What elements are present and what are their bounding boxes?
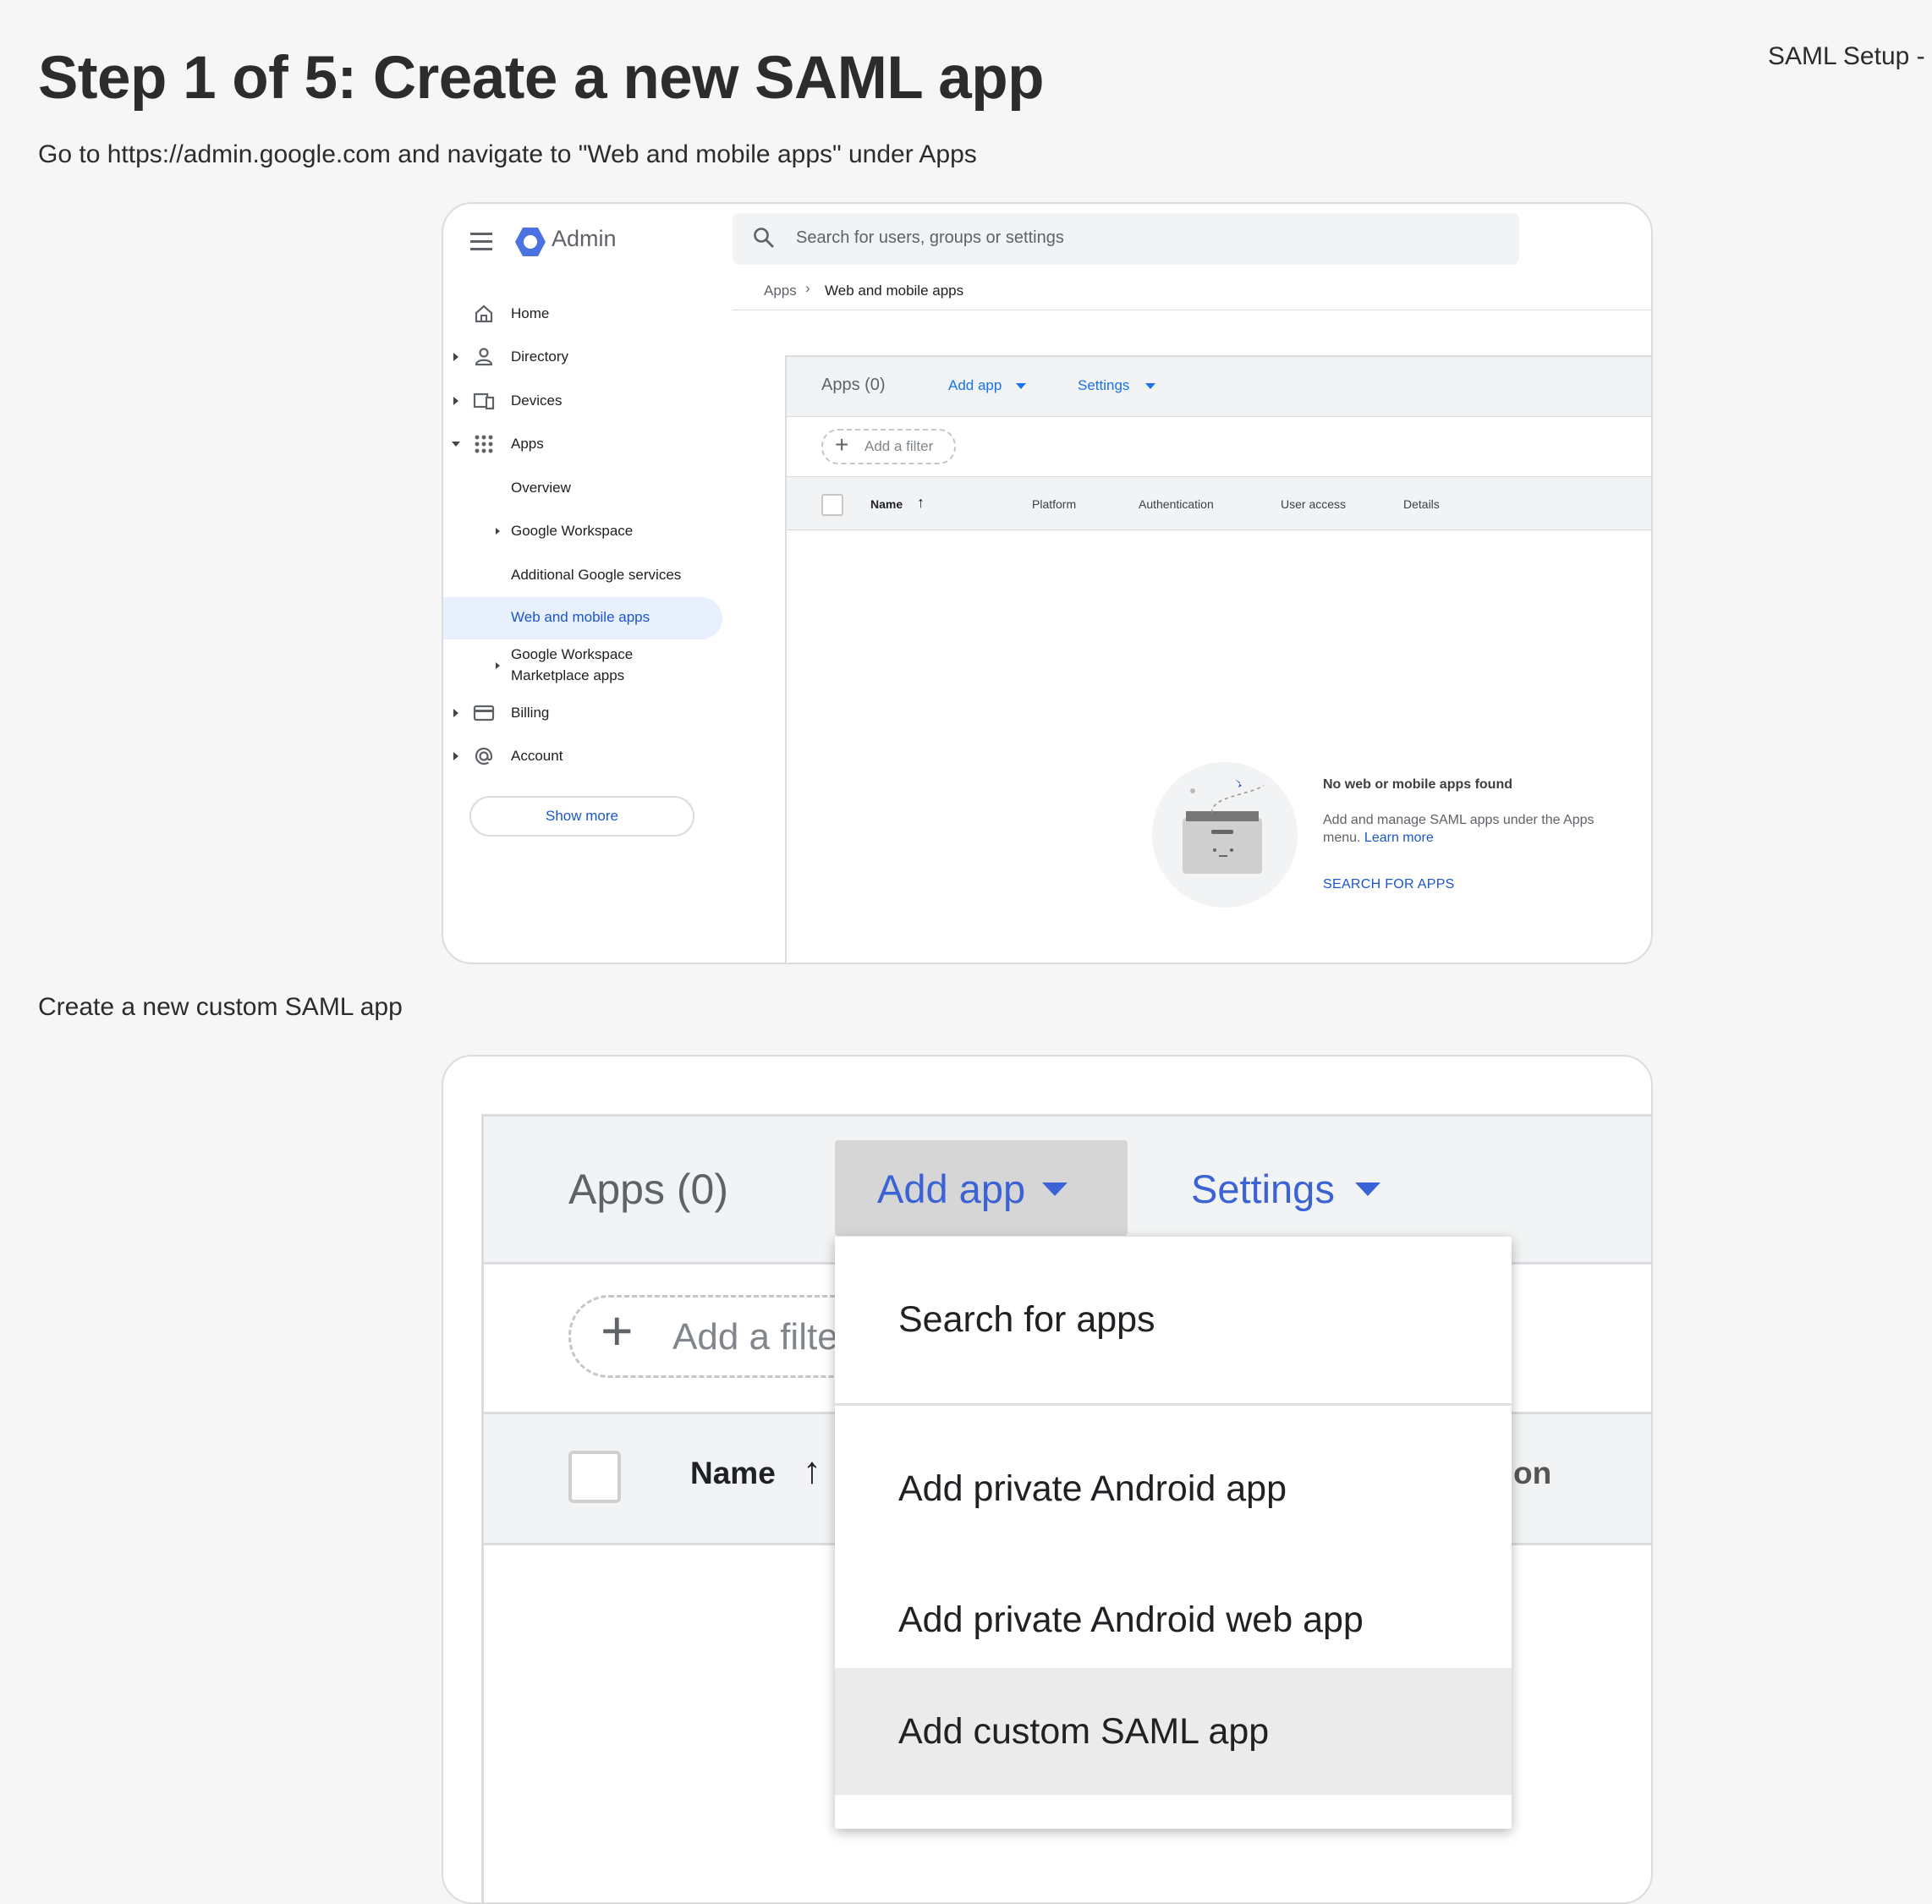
breadcrumb-apps[interactable]: Apps (764, 283, 797, 299)
nav-google-workspace[interactable]: Google Workspace (443, 510, 722, 552)
nav-marketplace-line1: Google Workspace (511, 646, 634, 662)
nav-home-label: Home (511, 305, 550, 321)
settings-button[interactable]: Settings (1191, 1166, 1335, 1212)
nav-account[interactable]: Account (443, 735, 722, 777)
nav-marketplace-line2: Marketplace apps (511, 667, 625, 683)
devices-icon (473, 392, 495, 410)
col-name[interactable]: Name (690, 1456, 776, 1491)
nav-devices[interactable]: Devices (443, 380, 722, 422)
empty-desc-line2: menu. Learn more (1323, 831, 1434, 846)
empty-title: No web or mobile apps found (1323, 777, 1512, 792)
select-all-checkbox[interactable] (568, 1451, 621, 1503)
menu-search-for-apps[interactable]: Search for apps (835, 1237, 1512, 1403)
menu-add-private-android-web-app[interactable]: Add private Android web app (835, 1572, 1512, 1668)
plus-icon: + (835, 431, 849, 458)
divider (787, 416, 1651, 417)
apps-grid-icon (475, 435, 493, 453)
col-user-access[interactable]: User access (1281, 497, 1346, 511)
nav-billing[interactable]: Billing (443, 692, 722, 734)
add-app-label: Add app (877, 1166, 1026, 1211)
empty-box-icon (1183, 779, 1265, 874)
apps-toolbar (787, 357, 1651, 416)
page-title: Step 1 of 5: Create a new SAML app (38, 45, 1044, 112)
apps-count: Apps (0) (568, 1166, 728, 1213)
person-icon (475, 348, 493, 366)
nav-apps[interactable]: Apps (443, 423, 722, 465)
add-filter-label: Add a filter (864, 438, 934, 454)
caret-down-icon (1042, 1182, 1068, 1196)
chevron-right-icon: › (805, 280, 810, 296)
nav-additional-services[interactable]: Additional Google services (443, 554, 722, 596)
add-filter-chip[interactable]: + Add a filter (821, 429, 956, 464)
arrow-up-icon: ↑ (803, 1450, 821, 1491)
nav-overview-label: Overview (511, 480, 571, 496)
apps-count: Apps (0) (821, 376, 886, 394)
expand-arrow-icon (496, 662, 500, 669)
nav-home[interactable]: Home (443, 293, 722, 335)
nav-account-label: Account (511, 748, 563, 764)
admin-logo-icon (514, 227, 546, 257)
learn-more-link[interactable]: Learn more (1364, 831, 1434, 845)
nav-directory-label: Directory (511, 348, 569, 365)
select-all-checkbox[interactable] (821, 494, 843, 516)
collapse-arrow-icon (452, 442, 460, 447)
header-title-right: SAML Setup - (1768, 42, 1925, 70)
nav-overview[interactable]: Overview (443, 467, 722, 509)
search-placeholder: Search for users, groups or settings (796, 228, 1064, 247)
search-bar[interactable]: Search for users, groups or settings (733, 213, 1519, 265)
caret-down-icon (1355, 1182, 1380, 1196)
search-for-apps-link[interactable]: SEARCH FOR APPS (1323, 877, 1455, 892)
expand-arrow-icon (453, 752, 458, 760)
nav-devices-label: Devices (511, 392, 563, 409)
show-more-button[interactable]: Show more (469, 796, 694, 837)
add-app-button[interactable]: Add app (948, 377, 1002, 394)
breadcrumb-current: Web and mobile apps (825, 283, 964, 299)
empty-desc-text: menu. (1323, 831, 1361, 845)
col-authentication[interactable]: Authentication (1139, 497, 1214, 511)
credit-card-icon (473, 705, 495, 722)
col-details[interactable]: Details (1403, 497, 1440, 511)
instruction-navigate: Go to https://admin.google.com and navig… (38, 140, 977, 168)
col-name[interactable]: Name (870, 497, 903, 511)
nav-directory[interactable]: Directory (443, 336, 722, 378)
expand-arrow-icon (453, 397, 458, 405)
add-app-menu-screenshot: Apps (0) Add app Settings + Add a filte … (442, 1055, 1653, 1904)
expand-arrow-icon (453, 709, 458, 717)
expand-arrow-icon (453, 353, 458, 361)
nav-apps-label: Apps (511, 436, 544, 452)
instruction-create: Create a new custom SAML app (38, 993, 403, 1021)
nav-web-mobile-apps-label: Web and mobile apps (511, 609, 650, 625)
admin-brand: Admin (552, 226, 617, 251)
home-icon (475, 305, 493, 323)
add-app-dropdown: Search for apps Add private Android app … (835, 1237, 1512, 1829)
col-partial: on (1513, 1456, 1552, 1490)
menu-add-private-android-app[interactable]: Add private Android app (835, 1406, 1512, 1572)
add-app-button[interactable]: Add app (835, 1140, 1128, 1236)
search-icon (753, 227, 775, 249)
nav-google-workspace-label: Google Workspace (511, 523, 634, 539)
empty-illustration (1152, 762, 1298, 908)
admin-console-screenshot: Admin Search for users, groups or settin… (442, 202, 1653, 964)
nav-web-mobile-apps[interactable]: Web and mobile apps (443, 597, 722, 639)
nav-billing-label: Billing (511, 705, 550, 721)
add-filter-label: Add a filte (672, 1316, 838, 1358)
caret-down-icon (1145, 383, 1155, 389)
nav-marketplace-apps[interactable]: Google Workspace Marketplace apps (443, 644, 722, 690)
settings-button[interactable]: Settings (1078, 377, 1129, 394)
at-sign-icon (475, 747, 493, 765)
plus-icon: + (601, 1299, 634, 1362)
menu-add-custom-saml-app[interactable]: Add custom SAML app (835, 1668, 1512, 1795)
menu-icon[interactable] (470, 233, 492, 251)
caret-down-icon (1016, 383, 1026, 389)
col-platform[interactable]: Platform (1032, 497, 1076, 511)
expand-arrow-icon (496, 528, 500, 535)
empty-desc-line1: Add and manage SAML apps under the Apps (1323, 813, 1594, 827)
nav-additional-services-label: Additional Google services (511, 567, 682, 583)
arrow-up-icon: ↑ (917, 494, 925, 511)
